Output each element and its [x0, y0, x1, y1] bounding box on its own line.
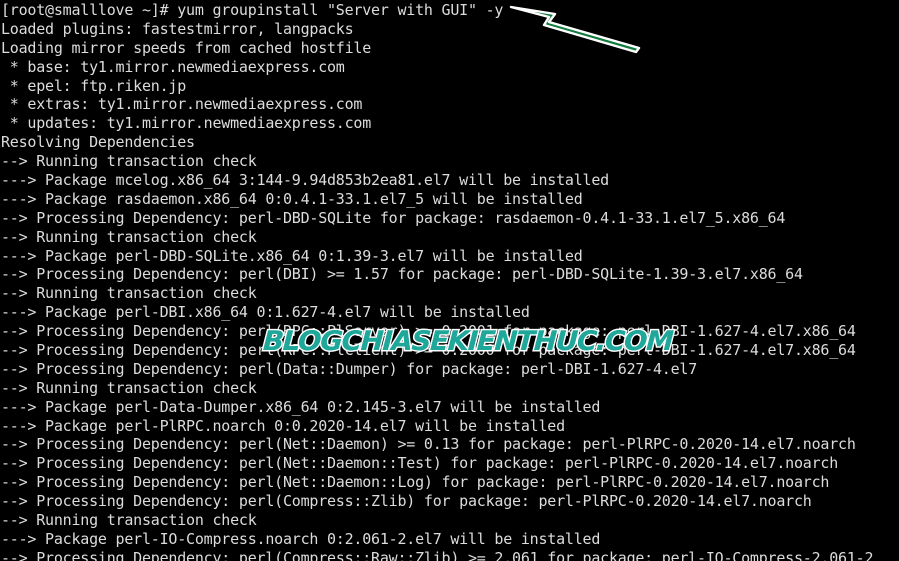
terminal-line: * epel: ftp.riken.jp	[1, 76, 187, 95]
terminal-line: ---> Package perl-IO-Compress.noarch 0:2…	[1, 529, 601, 548]
terminal-line: Loaded plugins: fastestmirror, langpacks	[1, 19, 354, 38]
terminal-line: * base: ty1.mirror.newmediaexpress.com	[1, 57, 345, 76]
terminal-line: [root@smalllove ~]# yum groupinstall "Se…	[1, 1, 504, 19]
terminal-line: --> Processing Dependency: perl(Compress…	[1, 492, 812, 511]
terminal-line: ---> Package perl-DBD-SQLite.x86_64 0:1.…	[1, 246, 583, 265]
terminal-line: ---> Package mcelog.x86_64 3:144-9.94d85…	[1, 171, 609, 190]
terminal-line: --> Running transaction check	[1, 511, 257, 530]
terminal-window: [root@smalllove ~]# yum groupinstall "Se…	[0, 0, 899, 561]
terminal-line: ---> Package rasdaemon.x86_64 0:0.4.1-33…	[1, 189, 583, 208]
terminal-line: ---> Package perl-Data-Dumper.x86_64 0:2…	[1, 397, 601, 416]
terminal-line: --> Running transaction check	[1, 284, 257, 303]
terminal-line: --> Processing Dependency: perl(Net::Dae…	[1, 454, 839, 473]
terminal-line: --> Running transaction check	[1, 152, 257, 171]
terminal-line: --> Processing Dependency: perl(Net::Dae…	[1, 473, 830, 492]
terminal-line: --> Processing Dependency: perl(RPC::PlC…	[1, 341, 856, 360]
terminal-line: --> Processing Dependency: perl(DBI) >= …	[1, 265, 803, 284]
terminal-line: --> Processing Dependency: perl-DBD-SQLi…	[1, 208, 786, 227]
terminal-line: ---> Package perl-DBI.x86_64 0:1.627-4.e…	[1, 303, 530, 322]
terminal-line: --> Processing Dependency: perl(RPC::PlS…	[1, 322, 856, 341]
terminal-line: ---> Package perl-PlRPC.noarch 0:0.2020-…	[1, 416, 565, 435]
terminal-line: * updates: ty1.mirror.newmediaexpress.co…	[1, 114, 372, 133]
terminal-line: Loading mirror speeds from cached hostfi…	[1, 38, 372, 57]
terminal-line: --> Processing Dependency: perl(Compress…	[1, 548, 874, 561]
terminal-line: Resolving Dependencies	[1, 133, 195, 152]
terminal-line: --> Processing Dependency: perl(Data::Du…	[1, 359, 698, 378]
terminal-output[interactable]: [root@smalllove ~]# yum groupinstall "Se…	[0, 0, 899, 561]
terminal-line: --> Running transaction check	[1, 227, 257, 246]
terminal-line: --> Running transaction check	[1, 378, 257, 397]
terminal-line: --> Processing Dependency: perl(Net::Dae…	[1, 435, 856, 454]
terminal-line: * extras: ty1.mirror.newmediaexpress.com	[1, 95, 363, 114]
